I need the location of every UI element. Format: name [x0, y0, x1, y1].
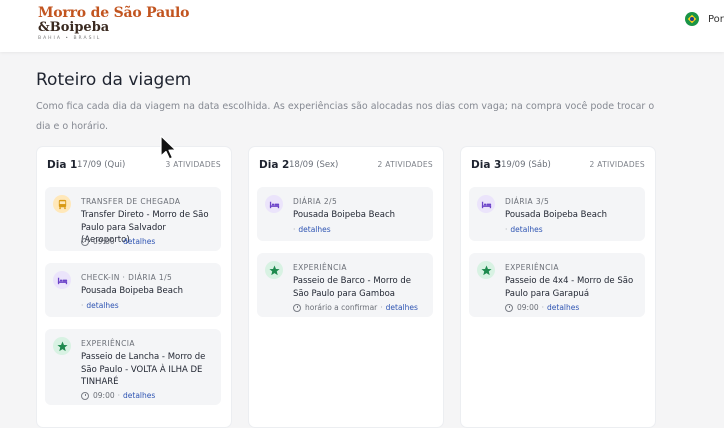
- page-title: Roteiro da viagem: [36, 70, 192, 90]
- activity-meta: · detalhes: [505, 225, 543, 234]
- clock-icon: [81, 237, 89, 246]
- brazil-flag-icon: [685, 12, 699, 26]
- day-header: Dia 2 18/09 (Sex) 2 ATIVIDADES: [259, 159, 433, 173]
- activity-card[interactable]: EXPERIÊNCIA Passeio de Barco - Morro de …: [257, 253, 433, 317]
- activity-type: CHECK-IN · DIÁRIA 1/5: [81, 273, 173, 282]
- activity-type: DIÁRIA 2/5: [293, 197, 338, 206]
- day-card-2: Dia 2 18/09 (Sex) 2 ATIVIDADES DIÁRIA 2/…: [248, 146, 444, 428]
- activity-card[interactable]: TRANSFER DE CHEGADA Transfer Direto - Mo…: [45, 187, 221, 251]
- page-description: Como fica cada dia da viagem na data esc…: [36, 101, 655, 132]
- activity-meta: · detalhes: [293, 225, 331, 234]
- activity-meta: 09:00 · detalhes: [81, 391, 155, 400]
- activity-type: EXPERIÊNCIA: [293, 263, 347, 272]
- activity-type: EXPERIÊNCIA: [505, 263, 559, 272]
- clock-icon: [81, 391, 89, 400]
- activity-title: Passeio de Barco - Morro de São Paulo pa…: [293, 276, 412, 299]
- activity-meta: 09:00 · detalhes: [81, 237, 155, 246]
- details-link[interactable]: detalhes: [123, 391, 155, 400]
- activity-type: TRANSFER DE CHEGADA: [81, 197, 181, 206]
- day-label: Dia 2: [259, 159, 290, 171]
- activity-title: Passeio de Lancha - Morro de São Paulo -…: [81, 352, 206, 387]
- day-card-3: Dia 3 19/09 (Sáb) 2 ATIVIDADES DIÁRIA 3/…: [460, 146, 656, 428]
- site-logo[interactable]: Morro de São Paulo &Boipeba BAHIA • BRAS…: [38, 5, 189, 41]
- activity-type: DIÁRIA 3/5: [505, 197, 550, 206]
- activity-card[interactable]: DIÁRIA 2/5 Pousada Boipeba Beach · detal…: [257, 187, 433, 241]
- details-link[interactable]: detalhes: [123, 237, 155, 246]
- bus-icon: [53, 195, 71, 213]
- day-card-1: Dia 1 17/09 (Qui) 3 ATIVIDADES TRANSFER …: [36, 146, 232, 428]
- site-header: Morro de São Paulo &Boipeba BAHIA • BRAS…: [0, 0, 724, 52]
- activity-count: 2 ATIVIDADES: [589, 160, 645, 169]
- activity-time: horário a confirmar: [305, 303, 378, 312]
- logo-text-line1: Morro de São Paulo: [38, 5, 190, 21]
- logo-text-line2: &Boipeba: [38, 20, 110, 35]
- activity-card[interactable]: DIÁRIA 3/5 Pousada Boipeba Beach · detal…: [469, 187, 645, 241]
- clock-icon: [505, 303, 513, 312]
- mouse-cursor-icon: [160, 135, 178, 165]
- activity-count: 2 ATIVIDADES: [377, 160, 433, 169]
- activity-title: Pousada Boipeba Beach: [293, 210, 396, 220]
- activity-time: 09:00: [93, 237, 115, 246]
- details-link[interactable]: detalhes: [386, 303, 418, 312]
- activity-card[interactable]: EXPERIÊNCIA Passeio de Lancha - Morro de…: [45, 329, 221, 405]
- logo-subtitle: BAHIA • BRASIL: [38, 36, 102, 41]
- day-date: 18/09 (Sex): [289, 160, 339, 170]
- details-link[interactable]: detalhes: [547, 303, 579, 312]
- language-selector[interactable]: Port: [685, 12, 724, 26]
- details-link[interactable]: detalhes: [86, 301, 118, 310]
- day-header: Dia 1 17/09 (Qui) 3 ATIVIDADES: [47, 159, 221, 173]
- activity-title: Pousada Boipeba Beach: [505, 210, 608, 220]
- clock-icon: [293, 303, 301, 312]
- activity-type: EXPERIÊNCIA: [81, 339, 135, 348]
- bed-icon: [477, 195, 495, 213]
- details-link[interactable]: detalhes: [510, 225, 542, 234]
- star-icon: [53, 337, 71, 355]
- activity-title: Passeio de 4x4 - Morro de São Paulo para…: [505, 276, 634, 299]
- activity-time: 09:00: [517, 303, 539, 312]
- day-label: Dia 1: [47, 159, 78, 171]
- activity-card[interactable]: CHECK-IN · DIÁRIA 1/5 Pousada Boipeba Be…: [45, 263, 221, 317]
- activity-title: Pousada Boipeba Beach: [81, 286, 184, 296]
- bed-icon: [265, 195, 283, 213]
- activity-time: 09:00: [93, 391, 115, 400]
- activity-card[interactable]: EXPERIÊNCIA Passeio de 4x4 - Morro de Sã…: [469, 253, 645, 317]
- star-icon: [477, 261, 495, 279]
- activity-meta: 09:00 · detalhes: [505, 303, 579, 312]
- activity-meta: horário a confirmar · detalhes: [293, 303, 418, 312]
- activity-meta: · detalhes: [81, 301, 119, 310]
- day-header: Dia 3 19/09 (Sáb) 2 ATIVIDADES: [471, 159, 645, 173]
- details-link[interactable]: detalhes: [298, 225, 330, 234]
- day-date: 17/09 (Qui): [77, 160, 126, 170]
- day-label: Dia 3: [471, 159, 502, 171]
- language-label: Port: [708, 13, 724, 25]
- bed-icon: [53, 271, 71, 289]
- star-icon: [265, 261, 283, 279]
- day-date: 19/09 (Sáb): [501, 160, 551, 170]
